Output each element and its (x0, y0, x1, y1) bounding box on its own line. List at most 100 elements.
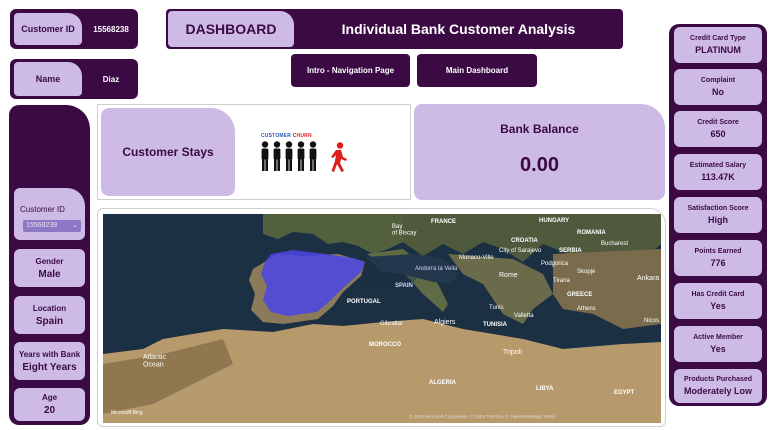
credit-card-type-label: Credit Card Type (690, 35, 746, 42)
name-value: Diaz (102, 74, 120, 84)
map-label-spain: SPAIN (395, 283, 413, 289)
map-label-serbia: SERBIA (559, 248, 582, 254)
map-label-nicosia: Nicos (644, 318, 659, 324)
map-label-gibraltar: Gibraltar (380, 321, 403, 327)
bank-balance-label: Bank Balance (500, 122, 579, 136)
years-value: Eight Years (22, 361, 77, 373)
customer-id-card: Customer ID 15568238 (10, 9, 138, 49)
satisfaction-score-value: High (708, 215, 728, 225)
map-label-libya: LIBYA (536, 386, 554, 392)
estimated-salary-label: Estimated Salary (689, 162, 747, 169)
dropdown-value: 15568238 (26, 222, 58, 229)
customer-location-map[interactable]: FRANCE HUNGARY ROMANIA Bay of Biscay Mona… (103, 214, 661, 423)
age-card: Age 20 (14, 388, 85, 421)
person-icon (273, 141, 281, 171)
map-label-athens: Athens (577, 306, 596, 312)
complaint-card: Complaint No (674, 69, 762, 105)
points-earned-value: 776 (710, 258, 726, 268)
has-credit-card-value: Yes (710, 301, 726, 311)
map-label-ankara: Ankara (637, 275, 659, 282)
age-value: 20 (43, 405, 56, 416)
credit-score-label: Credit Score (697, 119, 739, 126)
satisfaction-score-label: Satisfaction Score (687, 205, 749, 212)
products-purchased-value: Moderately Low (683, 386, 752, 396)
page-title: Individual Bank Customer Analysis (341, 21, 576, 37)
customer-id-label: Customer ID (14, 13, 82, 45)
gender-value: Male (38, 268, 61, 280)
walking-person-icon (331, 142, 347, 172)
estimated-salary-card: Estimated Salary 113.47K (674, 154, 762, 190)
map-label-atlantic: Atlantic Ocean (143, 354, 166, 369)
map-label-croatia: CROATIA (511, 238, 539, 244)
map-label-podgorica: Podgorica (541, 261, 569, 267)
map-label-algiers: Algiers (434, 319, 456, 326)
map-label-bucharest: Bucharest (601, 241, 628, 247)
slicer-label: Customer ID (20, 205, 65, 214)
map-label-rome: Rome (499, 272, 518, 279)
churn-status: Customer Stays (101, 108, 235, 196)
map-label-andorra: Andorra la Vella (415, 266, 458, 272)
has-credit-card-label: Has Credit Card (691, 291, 745, 298)
map-label-tunis: Tunis (489, 305, 503, 311)
churn-legend-customer: CUSTOMER (261, 133, 292, 139)
complaint-label: Complaint (700, 77, 736, 84)
active-member-value: Yes (710, 344, 726, 354)
satisfaction-score-card: Satisfaction Score High (674, 197, 762, 233)
points-earned-card: Points Earned 776 (674, 240, 762, 276)
page-header: DASHBOARD Individual Bank Customer Analy… (166, 9, 623, 49)
person-icon (309, 141, 317, 171)
map-label-tirana: Tirana (553, 278, 570, 284)
map-label-morocco: MOROCCO (369, 342, 401, 348)
map-label-hungary: HUNGARY (539, 218, 569, 224)
dashboard-label: DASHBOARD (168, 11, 294, 47)
map-label-tripoli: Tripoli (503, 349, 522, 356)
map-label-france: FRANCE (431, 219, 456, 225)
map-label-monaco: Monaco-Ville (459, 255, 494, 261)
gender-label: Gender (35, 256, 64, 266)
active-member-card: Active Member Yes (674, 326, 762, 362)
credit-card-type-value: PLATINUM (695, 45, 741, 55)
churn-legend-churn: CHURN (292, 133, 312, 139)
person-icon (285, 141, 293, 171)
map-copyright: © 2024 Microsoft Corporation, © 2024 Tom… (409, 413, 556, 419)
gender-card: Gender Male (14, 249, 85, 287)
nav-main-dashboard-button[interactable]: Main Dashboard (417, 54, 537, 87)
products-purchased-card: Products Purchased Moderately Low (674, 369, 762, 403)
churn-legend: CUSTOMER CHURN (261, 133, 312, 139)
complaint-value: No (712, 87, 724, 97)
active-member-label: Active Member (693, 334, 743, 341)
map-label-algeria: ALGERIA (429, 380, 457, 386)
credit-score-card: Credit Score 650 (674, 111, 762, 147)
bank-balance-value: 0.00 (520, 154, 559, 176)
years-with-bank-card: Years with Bank Eight Years (14, 342, 85, 380)
chevron-down-icon: ⌄ (72, 222, 78, 229)
name-label: Name (14, 62, 82, 96)
nav-intro-button[interactable]: Intro - Navigation Page (291, 54, 410, 87)
customer-id-value: 15568238 (93, 24, 129, 34)
map-label-valletta: Valletta (514, 313, 534, 319)
customer-id-dropdown[interactable]: 15568238 ⌄ (23, 220, 81, 232)
map-label-greece: GREECE (567, 292, 592, 298)
map-label-portugal: PORTUGAL (347, 299, 381, 305)
age-label: Age (41, 393, 58, 402)
products-purchased-label: Products Purchased (683, 376, 753, 383)
people-icon-group (261, 141, 347, 172)
points-earned-label: Points Earned (694, 248, 742, 255)
location-card: Location Spain (14, 296, 85, 334)
map-label-romania: ROMANIA (577, 230, 606, 236)
has-credit-card-card: Has Credit Card Yes (674, 283, 762, 319)
map-logo: Microsoft Bing (111, 410, 143, 416)
customer-id-slicer[interactable]: Customer ID 15568238 ⌄ (14, 188, 85, 240)
location-label: Location (32, 303, 67, 313)
estimated-salary-value: 113.47K (701, 172, 735, 182)
customer-person-icons (261, 141, 317, 171)
map-label-skopje: Skopje (577, 269, 596, 275)
map-label-tunisia: TUNISIA (483, 322, 508, 328)
years-label: Years with Bank (18, 349, 81, 359)
map-label-egypt: EGYPT (614, 390, 635, 396)
credit-score-value: 650 (710, 129, 726, 139)
bank-balance-card: Bank Balance 0.00 (414, 104, 665, 200)
customer-name-card: Name Diaz (10, 59, 138, 99)
location-value: Spain (35, 315, 64, 327)
person-icon (261, 141, 269, 171)
